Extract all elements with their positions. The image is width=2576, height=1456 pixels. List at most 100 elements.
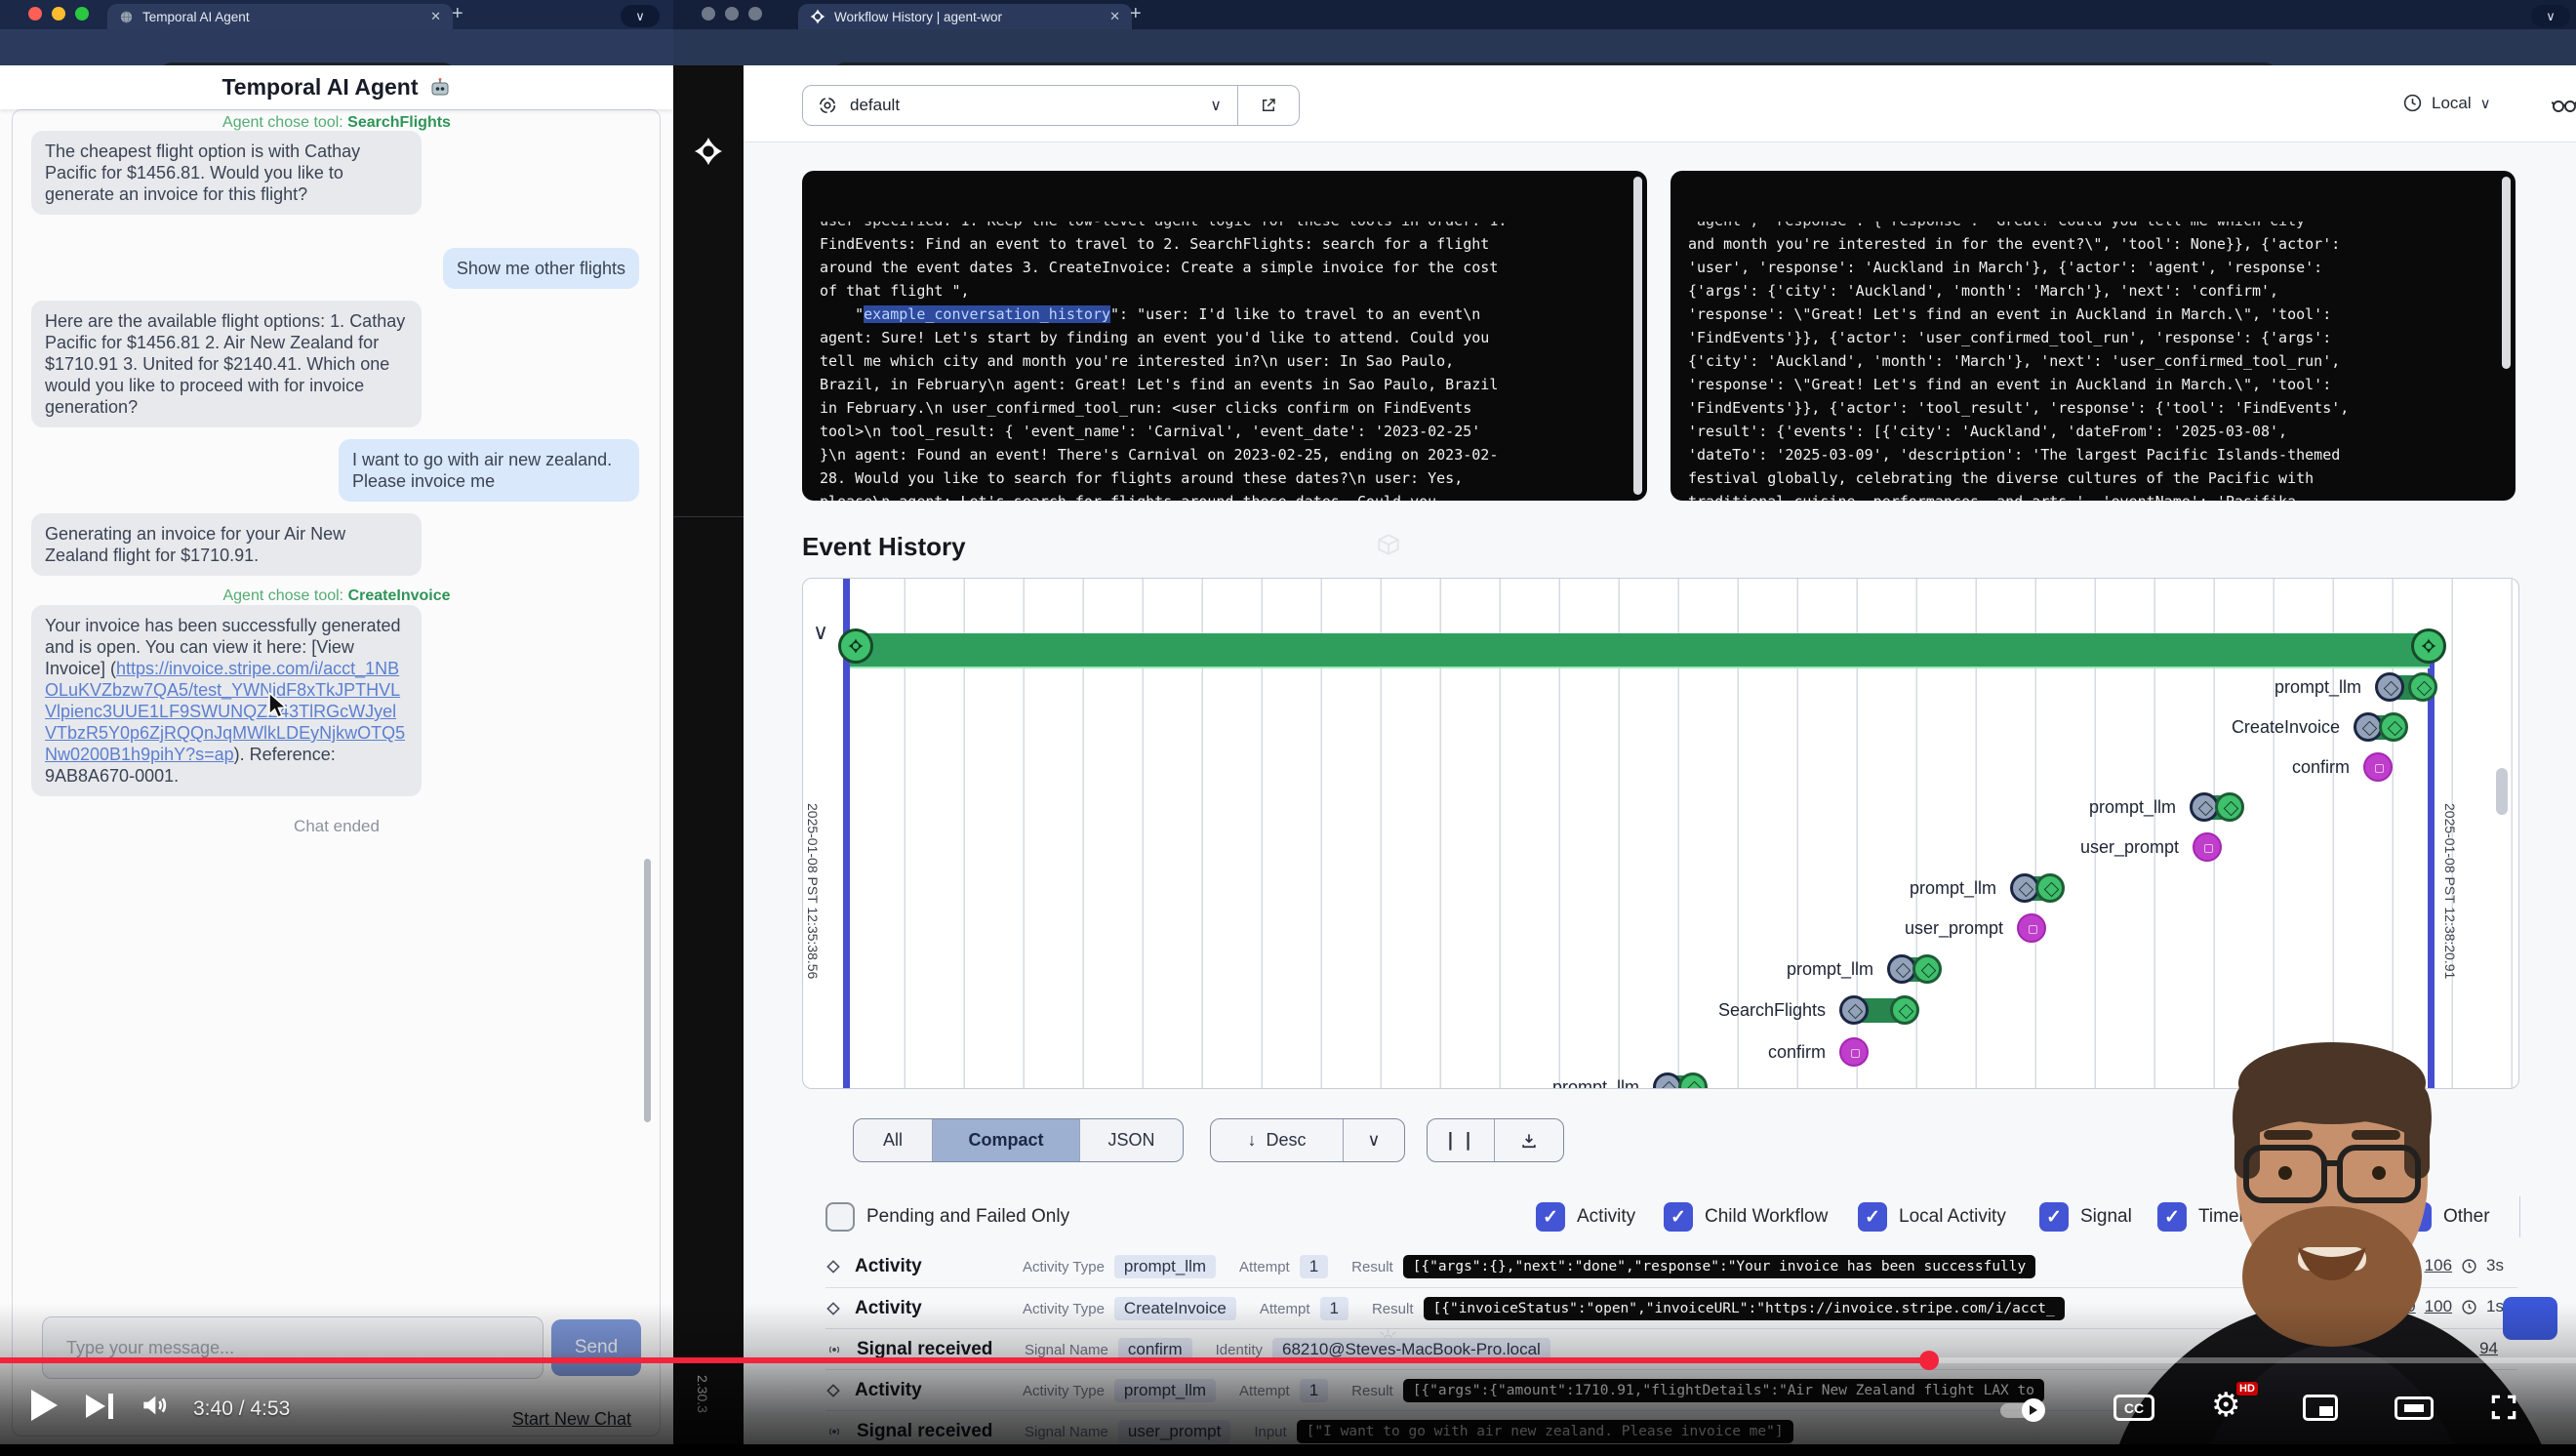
new-tab-button[interactable]: + [1130,3,1142,25]
tab-temporal-ai-agent[interactable]: Temporal AI Agent ✕ [107,4,453,29]
timeline-event-createinvoice[interactable]: CreateInvoice [2232,711,2410,743]
volume-icon[interactable] [139,1390,170,1421]
chat-app: Temporal AI Agent Agent chose tool: Sear… [0,65,673,1444]
external-link-icon [1260,97,1277,114]
view-json-button[interactable]: JSON [1079,1119,1183,1161]
workflow-span-bar[interactable] [850,633,2430,668]
chevron-down-icon: ∨ [2480,95,2491,112]
timeline-end-timestamp: 2025-01-08 PST 12:38:20.91 [2442,803,2458,979]
settings-gear-icon[interactable]: ⚙HD [2211,1386,2240,1425]
letterbox-bottom [0,1444,2576,1456]
agent-message: Here are the available flight options: 1… [31,301,422,427]
reader-glasses-icon[interactable] [2551,93,2576,116]
close-tab-icon[interactable]: ✕ [430,9,441,24]
video-time: 3:40 / 4:53 [193,1397,290,1421]
clipped-code-line: 'agent', 'response': {'response': "Great… [1688,222,2500,232]
minimize-window-button[interactable] [52,7,65,20]
timeline-event-prompt-llm[interactable]: prompt_llm [1552,1072,1710,1089]
arrow-down-icon: ↓ [1247,1130,1256,1151]
right-tab-bar: Workflow History | agent-wor ✕ + ∨ [673,0,2576,29]
close-window-button[interactable] [28,7,42,20]
event-timeline-panel: ∨ 2025-01-08 PST 12:35:38.56 2025-01-08 … [802,578,2519,1089]
fullscreen-button[interactable] [2488,1392,2519,1423]
filter-local-activity[interactable]: ✓Local Activity [1858,1202,2006,1232]
timeline-event-prompt-llm[interactable]: prompt_llm [1910,872,2067,904]
checkbox-checked[interactable]: ✓ [1664,1202,1693,1232]
checkbox-unchecked[interactable] [825,1202,855,1232]
workflow-input-code-left[interactable]: user specified. 1. Keep the low-level ag… [802,171,1647,501]
timeline-event-user-prompt-signal[interactable]: user_prompt [1905,912,2048,944]
chat-ended-label: Chat ended [12,817,662,836]
checkbox-checked[interactable]: ✓ [2039,1202,2069,1232]
minimize-window-button[interactable] [725,7,739,20]
tab-search-button[interactable]: ∨ [621,5,660,27]
pause-button[interactable]: ❘❘ [1428,1119,1494,1161]
filter-activity[interactable]: ✓Activity [1536,1202,1635,1232]
hd-badge: HD [2236,1382,2258,1395]
timeline-event-prompt-llm[interactable]: prompt_llm [2274,671,2439,703]
timezone-select[interactable]: Local ∨ [2402,93,2491,113]
clipped-code-line: user specified. 1. Keep the low-level ag… [820,222,1631,232]
timeline-event-prompt-llm[interactable]: prompt_llm [2089,791,2246,823]
timeline-collapse-chevron-icon[interactable]: ∨ [813,620,828,645]
download-icon [1519,1131,1539,1151]
event-history-title: Event History [802,532,966,562]
code-scrollbar[interactable] [2502,177,2511,369]
view-all-button[interactable]: All [854,1119,932,1161]
deployments-icon[interactable] [1376,532,1401,557]
miniplayer-button[interactable] [2303,1395,2338,1421]
workflow-end-icon[interactable] [2411,628,2446,664]
namespace-value: default [850,96,900,115]
activity-icon [825,1259,841,1274]
right-toolbar: ← → ⟳ ⓘ localhost:8233/namespaces/defaul… [673,29,2576,65]
clock-icon [2402,93,2423,113]
timeline-event-searchflights[interactable]: SearchFlights [1718,994,1921,1026]
agent-message: Your invoice has been successfully gener… [31,605,422,796]
close-window-button[interactable] [702,7,715,20]
user-message: Show me other flights [443,248,639,289]
tab-search-button[interactable]: ∨ [2531,5,2570,27]
namespace-icon [817,95,838,116]
sort-desc-button[interactable]: ↓Desc [1211,1119,1343,1161]
temporal-sidebar: 2.30.3 [673,65,744,1456]
namespace-select[interactable]: default ∨ [802,85,1300,126]
timeline-event-confirm-signal[interactable]: confirm [1768,1036,1871,1068]
agent-message: Generating an invoice for your Air New Z… [31,513,422,576]
play-button[interactable] [31,1390,58,1421]
timeline-event-prompt-llm[interactable]: prompt_llm [1787,953,1944,985]
timeline-event-confirm-signal[interactable]: confirm [2292,751,2395,783]
zoom-window-button[interactable] [748,7,762,20]
tab-workflow-history[interactable]: Workflow History | agent-wor ✕ [798,4,1132,29]
pending-failed-filter[interactable]: Pending and Failed Only [825,1202,1069,1232]
video-frame: Temporal AI Agent ✕ + ∨ ← → ⟳ ⓘ localhos… [0,0,2576,1456]
close-tab-icon[interactable]: ✕ [1109,9,1120,24]
timeline-scrollbar[interactable] [2496,768,2508,815]
temporal-topbar: default ∨ Local ∨ [744,65,2576,142]
filter-child-workflow[interactable]: ✓Child Workflow [1664,1202,1828,1232]
timeline-event-user-prompt-signal[interactable]: user_prompt [2080,831,2224,863]
sort-menu-button[interactable]: ∨ [1343,1119,1404,1161]
open-namespace-button[interactable] [1237,86,1299,125]
mouse-cursor [265,691,291,720]
chat-scrollbar[interactable] [644,859,651,1122]
workflow-start-icon[interactable] [838,628,873,664]
next-button[interactable] [86,1394,113,1419]
theater-mode-button[interactable] [2395,1396,2434,1420]
captions-button[interactable]: CC [2113,1395,2154,1421]
temporal-logo-icon[interactable] [694,137,723,166]
code-scrollbar[interactable] [1633,177,1642,495]
download-history-button[interactable] [1494,1119,1563,1161]
zoom-window-button[interactable] [75,7,89,20]
pause-download-control: ❘❘ [1427,1118,1564,1162]
robot-icon [428,76,452,100]
checkbox-checked[interactable]: ✓ [1858,1202,1887,1232]
view-compact-button[interactable]: Compact [932,1119,1079,1161]
workflow-input-code-right[interactable]: 'agent', 'response': {'response': "Great… [1670,171,2516,501]
sort-order-control: ↓Desc ∨ [1210,1118,1405,1162]
new-tab-button[interactable]: + [452,3,463,25]
globe-favicon-icon [119,10,134,24]
autoplay-toggle[interactable] [2000,1403,2043,1418]
checkbox-checked[interactable]: ✓ [1536,1202,1565,1232]
video-progress-handle[interactable] [1919,1351,1939,1370]
tab-title: Temporal AI Agent [142,10,250,24]
